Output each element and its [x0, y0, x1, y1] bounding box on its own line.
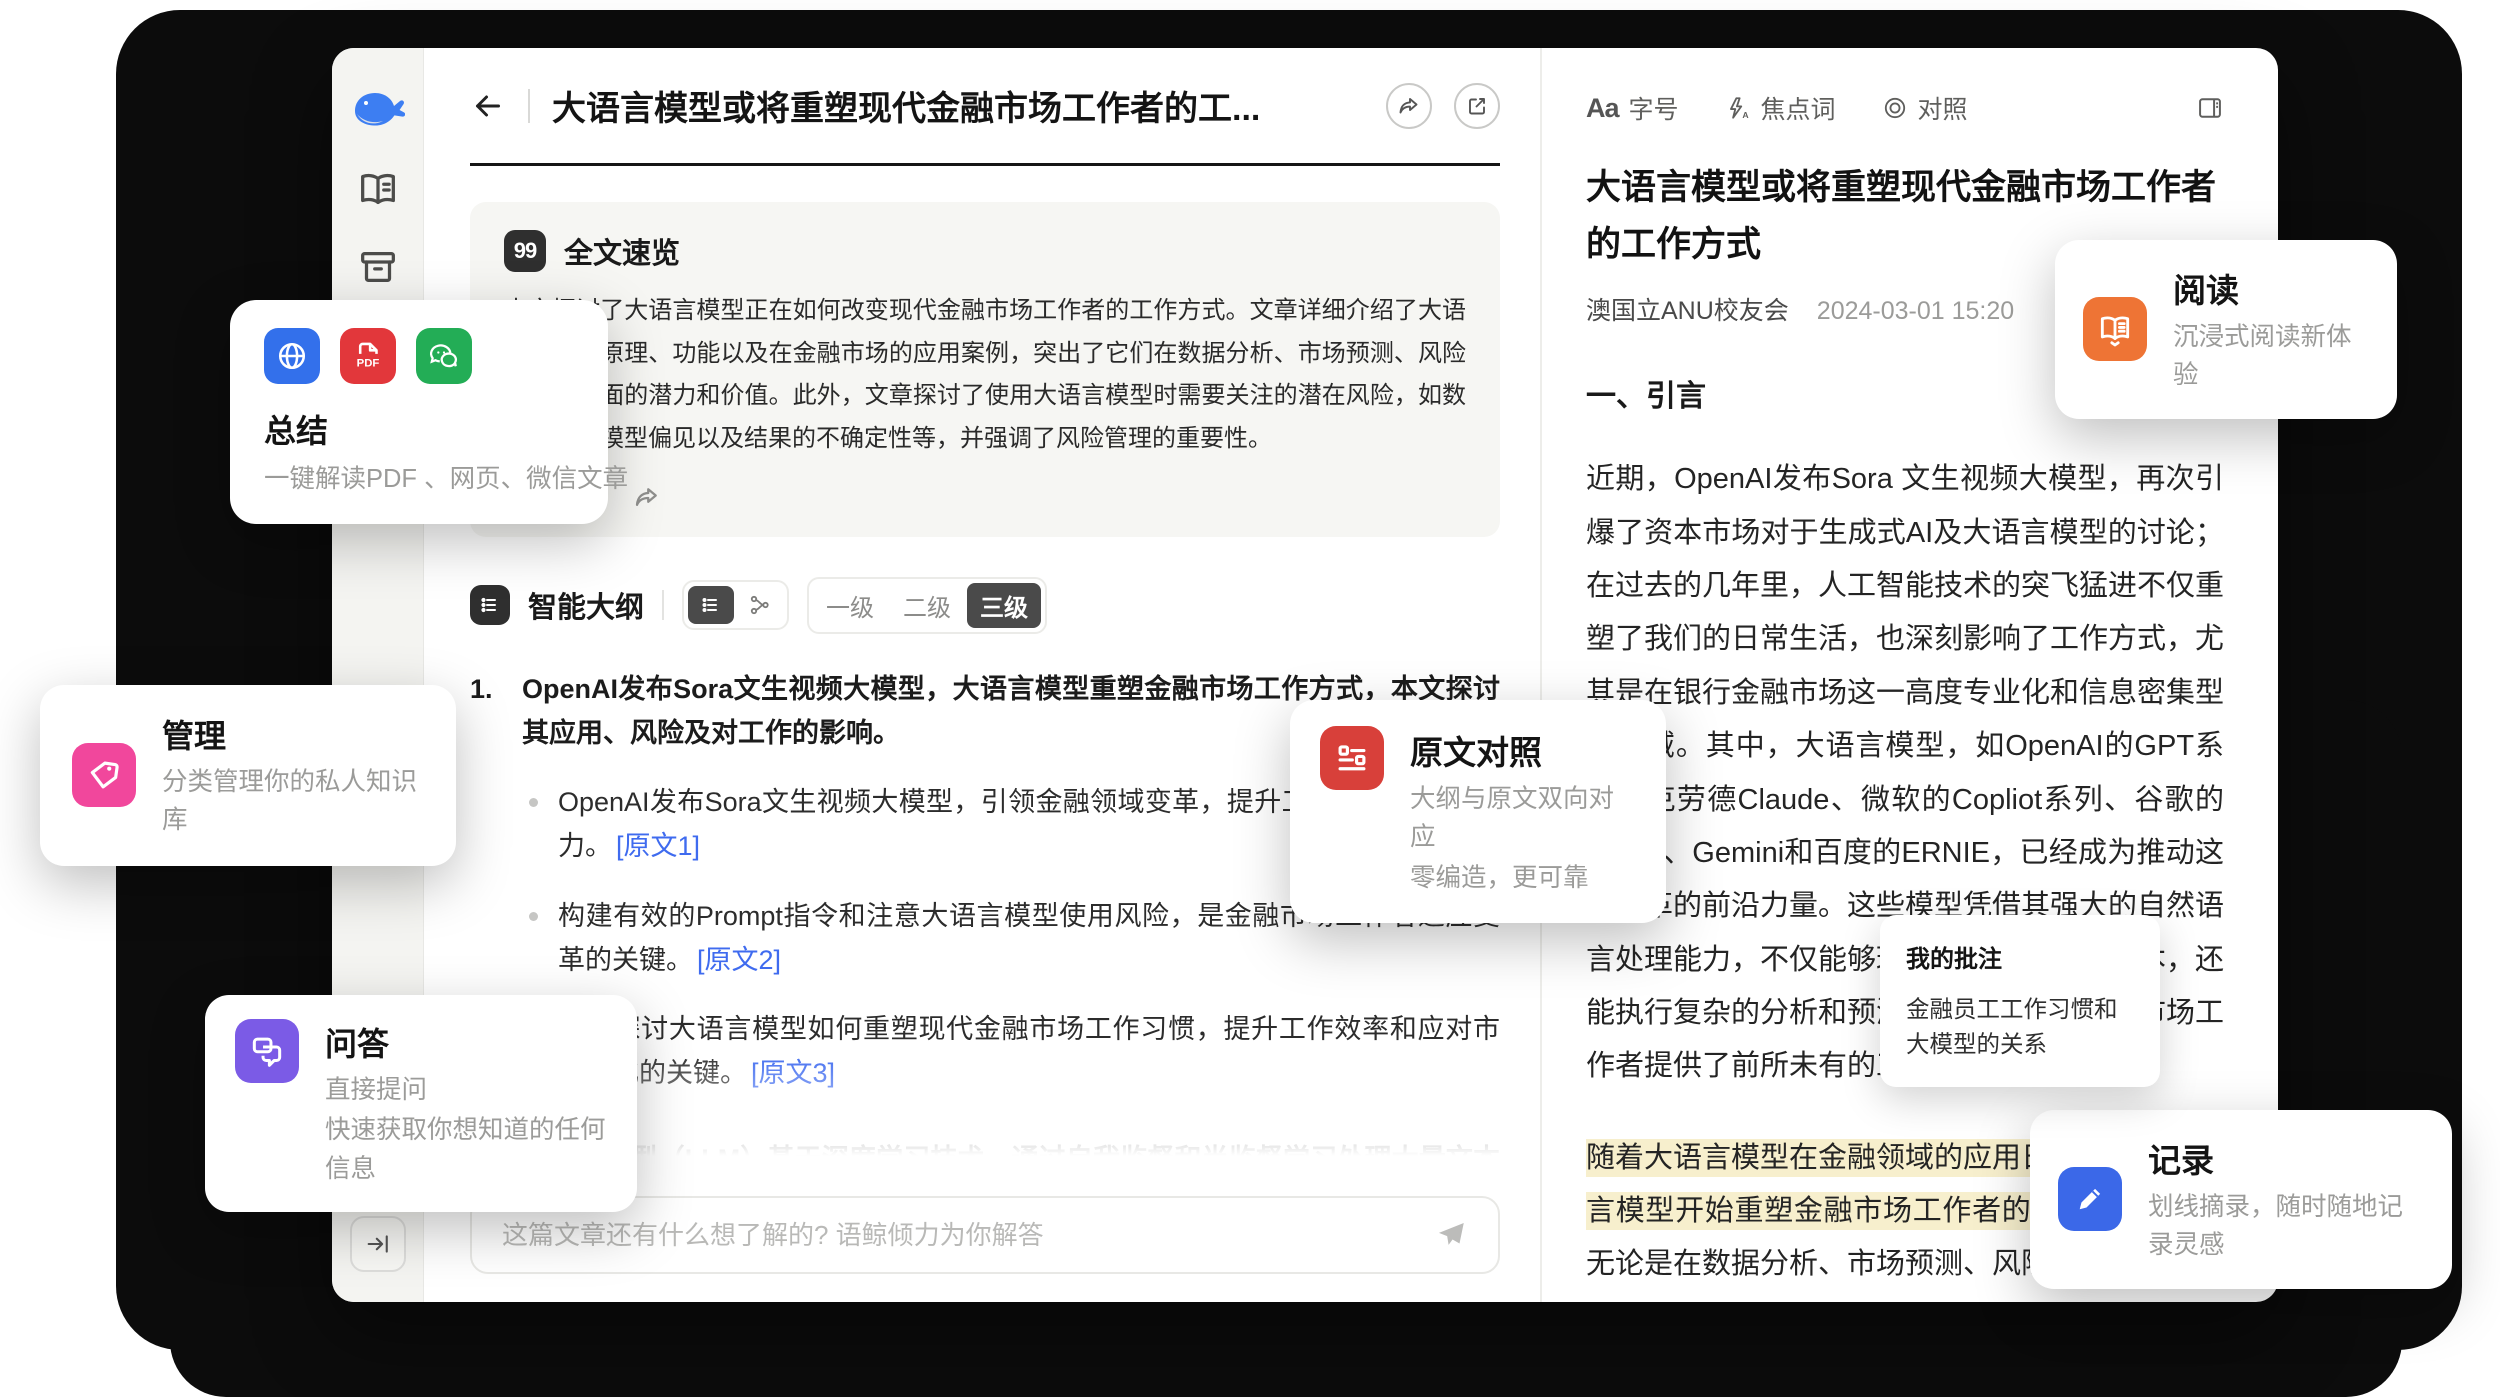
- callout-subtitle: 沉浸式阅读新体验: [2173, 318, 2369, 395]
- callout-subtitle: 划线摘录，随时随地记录灵感: [2148, 1188, 2424, 1265]
- callout-qa: 问答 直接提问 快速获取你想知道的任何信息: [205, 995, 637, 1212]
- wechat-icon: [416, 328, 472, 384]
- send-icon[interactable]: [1434, 1218, 1468, 1252]
- callout-line: 大纲与原文双向对应: [1410, 780, 1636, 857]
- callout-title: 总结: [264, 406, 574, 452]
- summary-section-title: 全文速览: [564, 230, 680, 272]
- callout-summarize: PDF 总结 一键解读PDF 、网页、微信文章: [230, 300, 608, 524]
- compare-source-icon: [1320, 726, 1384, 790]
- callout-line: 直接提问: [325, 1071, 607, 1109]
- library-book-icon[interactable]: [355, 166, 401, 212]
- reader-toolbar: Aa 字号 A 焦点词: [1586, 90, 2224, 126]
- share-button[interactable]: [1386, 83, 1432, 129]
- callout-title: 阅读: [2173, 264, 2369, 312]
- svg-text:PDF: PDF: [357, 358, 380, 370]
- focus-words-label: 焦点词: [1761, 90, 1836, 126]
- page: 大语言模型或将重塑现代金融市场工作者的工... 9: [0, 0, 2500, 1400]
- outline-section-title: 智能大纲: [528, 584, 644, 626]
- open-external-button[interactable]: [1454, 83, 1500, 129]
- callout-subtitle: 分类管理你的私人知识库: [162, 763, 424, 840]
- font-size-control[interactable]: Aa 字号: [1586, 90, 1679, 126]
- callout-compare: 原文对照 大纲与原文双向对应 零编造，更可靠: [1290, 700, 1666, 923]
- callout-title: 记录: [2148, 1134, 2424, 1182]
- pdf-file-icon: PDF: [340, 328, 396, 384]
- outline-item-number: 1.: [470, 668, 510, 755]
- ask-input[interactable]: [502, 1220, 1434, 1251]
- font-size-icon: Aa: [1586, 93, 1619, 124]
- font-size-label: 字号: [1629, 90, 1679, 126]
- whale-logo-icon[interactable]: [351, 88, 405, 128]
- focus-bolt-icon: A: [1725, 95, 1751, 121]
- archive-box-icon[interactable]: [355, 244, 401, 290]
- level-2-option[interactable]: 二级: [890, 583, 964, 628]
- list-view-button[interactable]: [688, 586, 734, 624]
- compare-circle-icon: [1882, 95, 1908, 121]
- level-3-option[interactable]: 三级: [967, 583, 1041, 628]
- outline-view-switch: [682, 580, 789, 630]
- callout-record: 记录 划线摘录，随时随地记录灵感: [2030, 1110, 2452, 1289]
- chat-bubbles-icon: [235, 1019, 299, 1083]
- share-small-icon[interactable]: [632, 483, 662, 513]
- summary-text: 本文探讨了大语言模型正在如何改变现代金融市场工作者的工作方式。文章详细介绍了大语…: [504, 290, 1466, 461]
- collapse-sidebar-button[interactable]: [350, 1216, 406, 1272]
- outline-item-title: 大语言模型（LLM）基于深度学习技术，通过自我监督和半监督学习处理大量文本数据，…: [522, 1138, 1500, 1182]
- tag-icon: [72, 743, 136, 807]
- callout-subtitle: 一键解读PDF 、网页、微信文章: [264, 460, 574, 498]
- compare-control[interactable]: 对照: [1882, 90, 1968, 126]
- quote-icon: 99: [504, 230, 546, 272]
- outline-sub-item: 本文探讨大语言模型如何重塑现代金融市场工作习惯，提升工作效率和应对市场变化的关键…: [522, 1008, 1500, 1095]
- callout-read: 阅读 沉浸式阅读新体验: [2055, 240, 2397, 419]
- focus-words-control[interactable]: A 焦点词: [1725, 90, 1836, 126]
- annotation-tooltip: 我的批注 金融员工工作习惯和大模型的关系: [1880, 915, 2160, 1087]
- open-book-icon: [2083, 297, 2147, 361]
- header-divider: [528, 89, 530, 123]
- publish-time: 2024-03-01 15:20: [1817, 297, 2014, 325]
- callout-manage: 管理 分类管理你的私人知识库: [40, 685, 456, 866]
- callout-title: 管理: [162, 711, 424, 757]
- pencil-icon: [2058, 1167, 2122, 1231]
- level-1-option[interactable]: 一级: [813, 583, 887, 628]
- outline-icon: [470, 585, 510, 625]
- outline-level-switch: 一级 二级 三级: [807, 577, 1047, 634]
- article-header: 大语言模型或将重塑现代金融市场工作者的工...: [470, 48, 1500, 166]
- source-ref-link[interactable]: [原文2]: [697, 945, 781, 975]
- outline-sub-text: 本文探讨大语言模型如何重塑现代金融市场工作习惯，提升工作效率和应对市场变化的关键…: [558, 1014, 1500, 1088]
- annotation-body: 金融员工工作习惯和大模型的关系: [1906, 992, 2134, 1063]
- compare-label: 对照: [1918, 90, 1968, 126]
- article-title: 大语言模型或将重塑现代金融市场工作者的工...: [552, 81, 1364, 130]
- layout-toggle-button[interactable]: [2196, 94, 2224, 122]
- outline-head-divider: [662, 590, 664, 620]
- annotation-title: 我的批注: [1906, 939, 2134, 974]
- source-ref-link[interactable]: [原文3]: [751, 1058, 835, 1088]
- callout-line: 快速获取你想知道的任何信息: [325, 1111, 607, 1188]
- web-globe-icon: [264, 328, 320, 384]
- callout-line: 零编造，更可靠: [1410, 859, 1636, 897]
- source-ref-link[interactable]: [原文1]: [616, 831, 700, 861]
- svg-text:A: A: [1742, 110, 1749, 120]
- callout-title: 原文对照: [1410, 726, 1636, 774]
- back-button[interactable]: [470, 88, 506, 124]
- mindmap-view-button[interactable]: [737, 586, 783, 624]
- callout-title: 问答: [325, 1019, 607, 1065]
- source-name: 澳国立ANU校友会: [1586, 297, 1789, 325]
